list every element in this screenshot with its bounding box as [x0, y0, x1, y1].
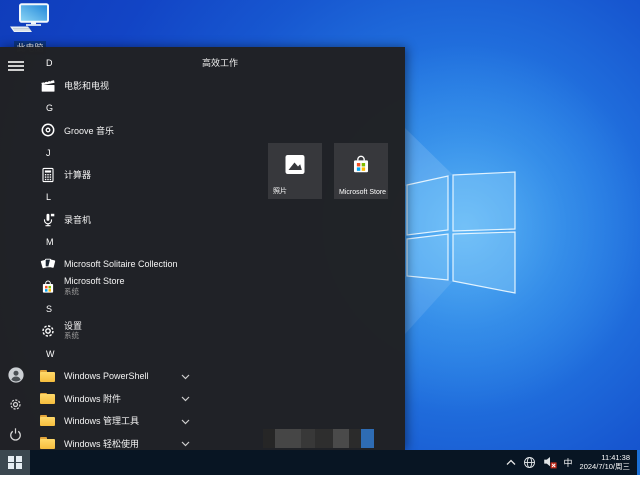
settings-gear-icon[interactable]	[8, 397, 24, 413]
folder-icon	[39, 435, 56, 450]
section-header-s[interactable]: S	[33, 298, 265, 320]
folder-item-windows-ease-of-access[interactable]: Windows 轻松使用	[33, 432, 265, 450]
groove-music-icon	[39, 122, 56, 139]
app-item-microsoft-store[interactable]: Microsoft Store 系统	[33, 275, 265, 297]
tile-label: 照片	[273, 186, 287, 196]
app-item-settings[interactable]: 设置 系统	[33, 320, 265, 342]
hamburger-menu-icon[interactable]	[8, 58, 24, 74]
app-item-calculator[interactable]: 计算器	[33, 164, 265, 186]
chevron-down-icon[interactable]	[181, 389, 190, 407]
folder-icon	[39, 367, 56, 384]
section-header-w[interactable]: W	[33, 342, 265, 364]
app-item-groove-music[interactable]: Groove 音乐	[33, 119, 265, 141]
app-item-voice-recorder[interactable]: 录音机	[33, 208, 265, 230]
section-header-m[interactable]: M	[33, 231, 265, 253]
clock-time: 11:41:38	[580, 453, 630, 462]
folder-item-windows-admin-tools[interactable]: Windows 管理工具	[33, 410, 265, 432]
solitaire-cards-icon	[39, 256, 56, 273]
windows-logo-icon	[8, 456, 21, 469]
app-item-label: 计算器	[64, 168, 91, 181]
app-item-label: 电影和电视	[64, 79, 109, 92]
system-tray: 中 11:41:38 2024/7/10/周三	[506, 450, 637, 475]
start-button[interactable]	[0, 450, 30, 475]
settings-gear-icon	[39, 323, 56, 340]
folder-icon	[39, 390, 56, 407]
start-menu-panel: D 电影和电视 G	[0, 47, 405, 450]
app-item-subtitle: 系统	[64, 331, 82, 341]
voice-recorder-icon	[39, 211, 56, 228]
volume-muted-icon[interactable]	[543, 455, 557, 469]
folder-item-label: Windows 轻松使用	[64, 437, 139, 450]
tile-photos[interactable]: 照片	[268, 143, 322, 199]
windows-desktop: 此电脑	[0, 0, 640, 477]
app-item-solitaire[interactable]: Microsoft Solitaire Collection	[33, 253, 265, 275]
taskbar: 中 11:41:38 2024/7/10/周三	[0, 450, 640, 475]
section-header-j[interactable]: J	[33, 141, 265, 163]
movies-tv-icon	[39, 77, 56, 94]
chevron-down-icon[interactable]	[181, 412, 190, 430]
user-account-icon[interactable]	[8, 367, 24, 383]
app-item-label: 设置	[64, 322, 82, 332]
chevron-down-icon[interactable]	[181, 367, 190, 385]
pixelated-region	[263, 429, 374, 448]
tile-group-label[interactable]: 高效工作	[202, 56, 238, 69]
section-header-l[interactable]: L	[33, 186, 265, 208]
calculator-icon	[39, 166, 56, 183]
chevron-up-icon[interactable]	[506, 459, 516, 466]
store-bag-icon	[350, 153, 372, 180]
app-item-movies-tv[interactable]: 电影和电视	[33, 74, 265, 96]
tile-group: 照片 Microsoft Store	[268, 143, 388, 199]
folder-item-windows-accessories[interactable]: Windows 附件	[33, 387, 265, 409]
network-globe-icon[interactable]	[523, 456, 536, 469]
app-item-label: 录音机	[64, 213, 91, 226]
folder-icon	[39, 412, 56, 429]
app-item-label: Microsoft Solitaire Collection	[64, 259, 178, 269]
store-bag-icon	[39, 278, 56, 295]
start-menu-app-list: D 电影和电视 G	[33, 52, 265, 450]
chevron-down-icon[interactable]	[181, 434, 190, 450]
folder-item-label: Windows 管理工具	[64, 414, 139, 427]
section-header-g[interactable]: G	[33, 97, 265, 119]
start-menu-rail	[0, 47, 32, 450]
app-item-subtitle: 系统	[64, 287, 125, 297]
tile-microsoft-store[interactable]: Microsoft Store	[334, 143, 388, 199]
tile-label: Microsoft Store	[339, 189, 386, 196]
folder-item-label: Windows 附件	[64, 392, 121, 405]
taskbar-clock[interactable]: 11:41:38 2024/7/10/周三	[580, 453, 630, 471]
photos-icon	[284, 153, 306, 180]
folder-item-label: Windows PowerShell	[64, 371, 149, 381]
app-item-label: Groove 音乐	[64, 124, 114, 137]
clock-date: 2024/7/10/周三	[580, 462, 630, 471]
app-item-label: Microsoft Store	[64, 277, 125, 287]
computer-monitor-icon	[8, 3, 52, 33]
power-icon[interactable]	[8, 427, 24, 443]
folder-item-windows-powershell[interactable]: Windows PowerShell	[33, 365, 265, 387]
ime-indicator[interactable]: 中	[564, 456, 573, 469]
